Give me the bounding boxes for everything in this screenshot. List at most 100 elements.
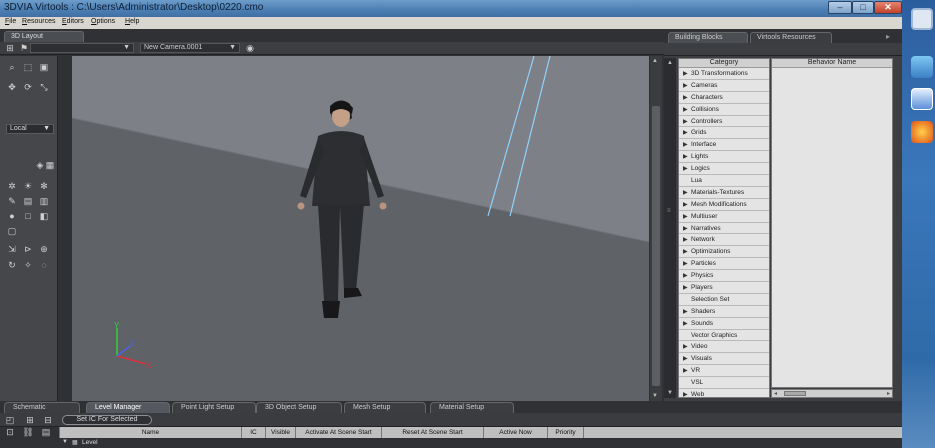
menu-editors[interactable]: Editors (62, 18, 84, 25)
category-item[interactable]: ▶ Web (679, 389, 769, 397)
desktop-app-icon[interactable] (911, 8, 933, 30)
magnify-icon[interactable]: ⊕ (38, 244, 50, 254)
tab-3d-object-setup[interactable]: 3D Object Setup (256, 402, 342, 413)
minimize-button[interactable]: – (828, 1, 852, 14)
category-item[interactable]: ▶ Cameras (679, 80, 769, 92)
camera-icon[interactable]: ◉ (244, 43, 256, 53)
mesh-icon[interactable]: ◧ (38, 211, 50, 221)
category-item[interactable]: ▶ Materials-Textures (679, 187, 769, 199)
behavior-header[interactable]: Behavior Name (772, 59, 892, 68)
menu-resources[interactable]: Resources (22, 18, 55, 25)
category-item[interactable]: ▶ Visuals (679, 353, 769, 366)
desktop-flower-icon[interactable] (911, 121, 933, 143)
behavior-hscroll-thumb[interactable] (784, 391, 806, 396)
pan-icon[interactable]: ⇲ (6, 244, 18, 254)
level-root-item[interactable]: Level (82, 439, 98, 446)
menu-options[interactable]: Options (91, 18, 115, 25)
search-icon[interactable]: ⌕ (6, 62, 18, 72)
tree-expand-icon[interactable]: ▼ (62, 439, 68, 445)
category-item[interactable]: ▶ Controllers (679, 116, 769, 128)
move-icon[interactable]: ✥ (6, 82, 18, 92)
remove-icon[interactable]: ⊟ (42, 415, 54, 425)
bulb-icon[interactable]: ☀ (22, 181, 34, 191)
chevron-right-icon[interactable]: ▸ (886, 32, 890, 41)
scroll-up-icon[interactable]: ▲ (667, 60, 673, 66)
tab-building-blocks[interactable]: Building Blocks (668, 32, 748, 43)
menu-file[interactable]: File (5, 18, 16, 25)
category-item[interactable]: ▶ Lights (679, 151, 769, 164)
col-visible[interactable]: Visible (266, 427, 296, 438)
category-item[interactable]: Lua (679, 175, 769, 187)
category-item[interactable]: ▶ Particles (679, 258, 769, 271)
category-scrollbar[interactable]: ▲ ≡ ▼ (664, 58, 676, 398)
category-item[interactable]: Vector Graphics (679, 330, 769, 342)
category-item[interactable]: ▶ Players (679, 282, 769, 294)
category-item[interactable]: ▶ Characters (679, 92, 769, 104)
category-header[interactable]: Category (679, 59, 769, 68)
tab-material-setup[interactable]: Material Setup (430, 402, 514, 413)
orbit-icon[interactable]: ↻ (6, 260, 18, 270)
category-item[interactable]: ▶ VR (679, 365, 769, 378)
maximize-button[interactable]: □ (852, 1, 874, 14)
category-item[interactable]: ▶ Physics (679, 270, 769, 283)
roll-icon[interactable]: ◌ (38, 260, 50, 270)
category-item[interactable]: ▶ Video (679, 341, 769, 354)
link-icon[interactable]: ⛓ (22, 427, 34, 437)
select-icon[interactable]: ⬚ (22, 62, 34, 72)
scroll-down-icon[interactable]: ▼ (667, 390, 673, 396)
category-item[interactable]: ▶ Network (679, 234, 769, 247)
category-item[interactable]: ▶ Multiuser (679, 211, 769, 223)
flag-icon[interactable]: ⚑ (18, 43, 30, 53)
tab-point-light-setup[interactable]: Point Light Setup (172, 402, 256, 413)
desktop-folder-icon[interactable] (911, 56, 933, 78)
scroll-grip-icon[interactable]: ≡ (667, 208, 671, 214)
camera-icon[interactable]: ▢ (6, 226, 18, 236)
behavior-hscrollbar[interactable]: ◂ ▸ (771, 389, 893, 398)
tab-mesh-setup[interactable]: Mesh Setup (344, 402, 426, 413)
material-icon[interactable]: ▤ (22, 196, 34, 206)
category-item[interactable]: Selection Set (679, 294, 769, 306)
light-icon[interactable]: ✲ (6, 181, 18, 191)
set-ic-button[interactable]: Set IC For Selected (62, 415, 152, 425)
tab-schematic[interactable]: Schematic (4, 402, 80, 413)
category-item[interactable]: ▶ Narratives (679, 223, 769, 235)
category-item[interactable]: ▶ 3D Transformations (679, 68, 769, 80)
col-reset-at-start[interactable]: Reset At Scene Start (382, 427, 484, 438)
category-item[interactable]: ▶ Logics (679, 163, 769, 176)
scroll-right-icon[interactable]: ▸ (887, 390, 890, 397)
dolly-icon[interactable]: ✧ (22, 260, 34, 270)
viewport-scrollbar[interactable]: ▲ ▼ (650, 56, 662, 401)
category-item[interactable]: ▶ Grids (679, 127, 769, 140)
category-item[interactable]: ▶ Optimizations (679, 246, 769, 259)
col-priority[interactable]: Priority (548, 427, 584, 438)
layout-menu-icon[interactable]: ⊞ (4, 43, 16, 53)
scroll-up-icon[interactable]: ▲ (652, 58, 658, 64)
frame-icon[interactable]: ▣ (38, 62, 50, 72)
tab-level-manager[interactable]: Level Manager (86, 402, 170, 413)
col-name[interactable]: Name (60, 427, 242, 438)
sphere-icon[interactable]: ● (6, 211, 18, 221)
category-item[interactable]: ▶ Collisions (679, 104, 769, 116)
grid-icon[interactable]: ▦ (44, 160, 56, 170)
col-ic[interactable]: IC (242, 427, 266, 438)
scroll-left-icon[interactable]: ◂ (774, 390, 777, 397)
script-icon[interactable]: ▤ (40, 427, 52, 437)
category-item[interactable]: ▶ Mesh Modifications (679, 199, 769, 211)
viewport-scroll-thumb[interactable] (652, 106, 660, 386)
3d-viewport[interactable]: Y X Z (72, 56, 649, 401)
menu-help[interactable]: Help (125, 18, 139, 25)
camera-select[interactable]: New Camera.0001 ▼ (140, 43, 240, 53)
add-icon[interactable]: ⊞ (24, 415, 36, 425)
scale-icon[interactable]: ⤡ (38, 82, 50, 92)
reference-select[interactable]: Local ▼ (6, 124, 54, 134)
camera-icon[interactable]: ◰ (4, 415, 16, 425)
pen-icon[interactable]: ✎ (6, 196, 18, 206)
tab-virtools-resources[interactable]: Virtools Resources (750, 32, 832, 43)
tab-3d-layout[interactable]: 3D Layout (4, 31, 84, 42)
gear-icon[interactable]: ✻ (38, 181, 50, 191)
cube-icon[interactable]: □ (22, 211, 34, 221)
view-select[interactable]: ▼ (30, 43, 134, 53)
close-button[interactable]: ✕ (874, 1, 902, 14)
texture-icon[interactable]: ▥ (38, 196, 50, 206)
zoom-icon[interactable]: ⊳ (22, 244, 34, 254)
